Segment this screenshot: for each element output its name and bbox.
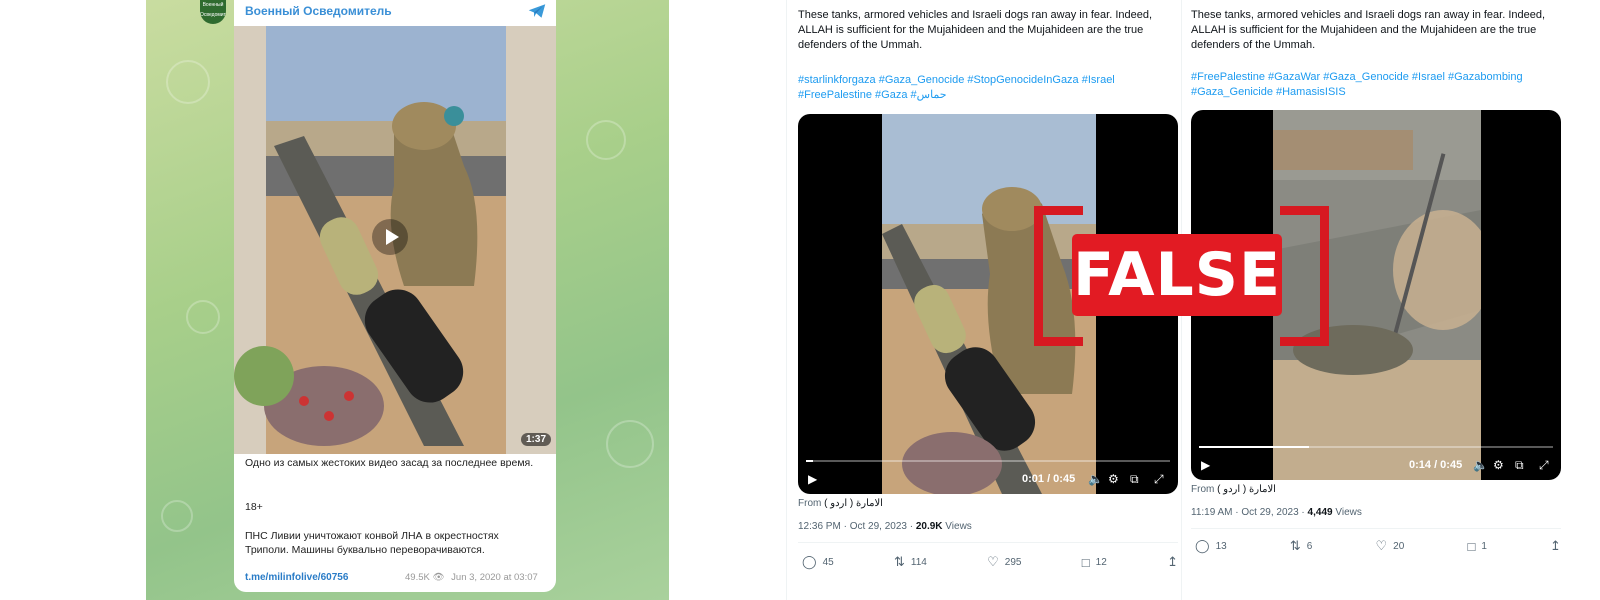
views-label: Views: [942, 521, 972, 532]
video-controls: ▶ 0:01 / 0:45 🔈 ⚙ ⧉ ⤢: [798, 460, 1178, 494]
like-button[interactable]: ♡ 295: [987, 554, 1021, 570]
tweet-left-source: From الامارة ( اردو ): [798, 498, 883, 509]
tweet-time[interactable]: 12:36 PM · Oct 29, 2023 ·: [798, 521, 916, 532]
retweet-button[interactable]: ⇅ 114: [894, 554, 927, 570]
bookmark-icon: □: [1467, 538, 1476, 554]
play-icon[interactable]: ▶: [808, 472, 817, 486]
bookmark-button[interactable]: □ 12: [1082, 554, 1107, 570]
from-label: From: [1191, 484, 1215, 495]
bookmark-icon: □: [1081, 554, 1090, 570]
views-count: 20.9K: [915, 521, 943, 532]
divider: [1191, 528, 1561, 529]
tweet-left-actions: ◯ 45 ⇅ 114 ♡ 295 □ 12 ↥: [802, 554, 1178, 570]
heart-icon: ♡: [987, 554, 999, 569]
like-button[interactable]: ♡ 20: [1376, 538, 1405, 554]
share-icon: ↥: [1550, 538, 1561, 553]
paper-plane-icon[interactable]: [528, 3, 546, 19]
source-name[interactable]: الامارة ( اردو ): [1217, 484, 1276, 495]
views-count: 4,449: [1307, 507, 1333, 518]
post-text-line2: 18+: [245, 501, 263, 513]
tweet-right-text: These tanks, armored vehicles and Israel…: [1191, 9, 1546, 51]
post-text-line1: Одно из самых жестоких видео засад за по…: [245, 457, 534, 469]
like-count: 20: [1393, 540, 1405, 552]
video-time: 0:14 / 0:45: [1409, 459, 1463, 471]
eye-icon: 👁: [432, 572, 445, 583]
reply-count: 45: [822, 556, 834, 568]
video-progress: [1199, 446, 1309, 448]
pip-icon[interactable]: ⧉: [1515, 458, 1524, 473]
source-name[interactable]: الامارة ( اردو ): [824, 498, 883, 509]
tweet-left-text: These tanks, armored vehicles and Israel…: [798, 9, 1153, 51]
heart-icon: ♡: [1375, 538, 1388, 553]
views-label: Views: [1332, 507, 1362, 518]
like-count: 295: [1004, 556, 1022, 568]
video-controls: ▶ 0:14 / 0:45 🔈 ⚙ ⧉ ⤢: [1191, 446, 1561, 480]
bookmark-count: 12: [1095, 556, 1107, 568]
retweet-count: 6: [1306, 540, 1313, 552]
bookmark-count: 1: [1481, 540, 1487, 552]
views-count: 49.5K: [405, 572, 430, 583]
tweet-right-timestamp: 11:19 AM · Oct 29, 2023 · 4,449 Views: [1191, 507, 1362, 518]
post-meta: 49.5K 👁 Jun 3, 2020 at 03:07: [405, 572, 538, 583]
tweet-right-source: From الامارة ( اردو ): [1191, 484, 1276, 495]
share-icon: ↥: [1167, 554, 1178, 569]
volume-icon[interactable]: 🔈: [1088, 472, 1103, 486]
divider: [798, 542, 1178, 543]
share-button[interactable]: ↥: [1550, 538, 1561, 554]
reply-button[interactable]: ◯ 45: [802, 554, 834, 570]
post-date: Jun 3, 2020 at 03:07: [451, 572, 538, 583]
false-stamp: FALSE: [1072, 234, 1282, 316]
play-icon[interactable]: ▶: [1201, 458, 1210, 472]
pip-icon[interactable]: ⧉: [1130, 472, 1139, 487]
video-progress-track[interactable]: [1199, 446, 1553, 448]
video-time: 0:01 / 0:45: [1022, 473, 1076, 485]
volume-icon[interactable]: 🔈: [1473, 458, 1488, 472]
post-text-line3: ПНС Ливии уничтожают конвой ЛНА в окрест…: [245, 530, 499, 556]
retweet-count: 114: [910, 556, 927, 568]
video-progress: [806, 460, 814, 462]
reply-button[interactable]: ◯ 13: [1195, 538, 1227, 554]
bookmark-button[interactable]: □ 1: [1467, 538, 1486, 554]
retweet-button[interactable]: ⇅ 6: [1290, 538, 1312, 554]
post-link[interactable]: t.me/milinfolive/60756: [245, 572, 348, 583]
share-button[interactable]: ↥: [1167, 554, 1178, 570]
gear-icon[interactable]: ⚙: [1493, 458, 1504, 472]
tweet-left-hashtags[interactable]: #starlinkforgaza #Gaza_Genocide #StopGen…: [798, 73, 1182, 103]
expand-icon[interactable]: ⤢: [1154, 472, 1164, 487]
tweet-time[interactable]: 11:19 AM · Oct 29, 2023 ·: [1191, 507, 1308, 518]
expand-icon[interactable]: ⤢: [1539, 458, 1549, 473]
play-icon[interactable]: [372, 219, 408, 255]
reply-icon: ◯: [802, 554, 817, 569]
tweet-left-timestamp: 12:36 PM · Oct 29, 2023 · 20.9K Views: [798, 521, 972, 532]
gear-icon[interactable]: ⚙: [1108, 472, 1119, 486]
tweet-right-actions: ◯ 13 ⇅ 6 ♡ 20 □ 1 ↥: [1195, 538, 1561, 554]
reply-count: 13: [1215, 540, 1227, 552]
retweet-icon: ⇅: [1289, 538, 1301, 553]
retweet-icon: ⇅: [893, 554, 905, 569]
tweet-left-border: [786, 0, 787, 600]
telegram-video[interactable]: [234, 26, 556, 454]
from-label: From: [798, 498, 822, 509]
channel-name[interactable]: Военный Осведомитель: [245, 4, 392, 18]
video-progress-track[interactable]: [806, 460, 1170, 462]
stamp-bracket-right: [1280, 206, 1329, 346]
tweet-right-hashtags[interactable]: #FreePalestine #GazaWar #Gaza_Genocide #…: [1191, 70, 1575, 100]
channel-avatar-text: Военный Осведомитель: [200, 2, 226, 18]
video-duration: 1:37: [521, 433, 552, 446]
reply-icon: ◯: [1195, 538, 1210, 553]
